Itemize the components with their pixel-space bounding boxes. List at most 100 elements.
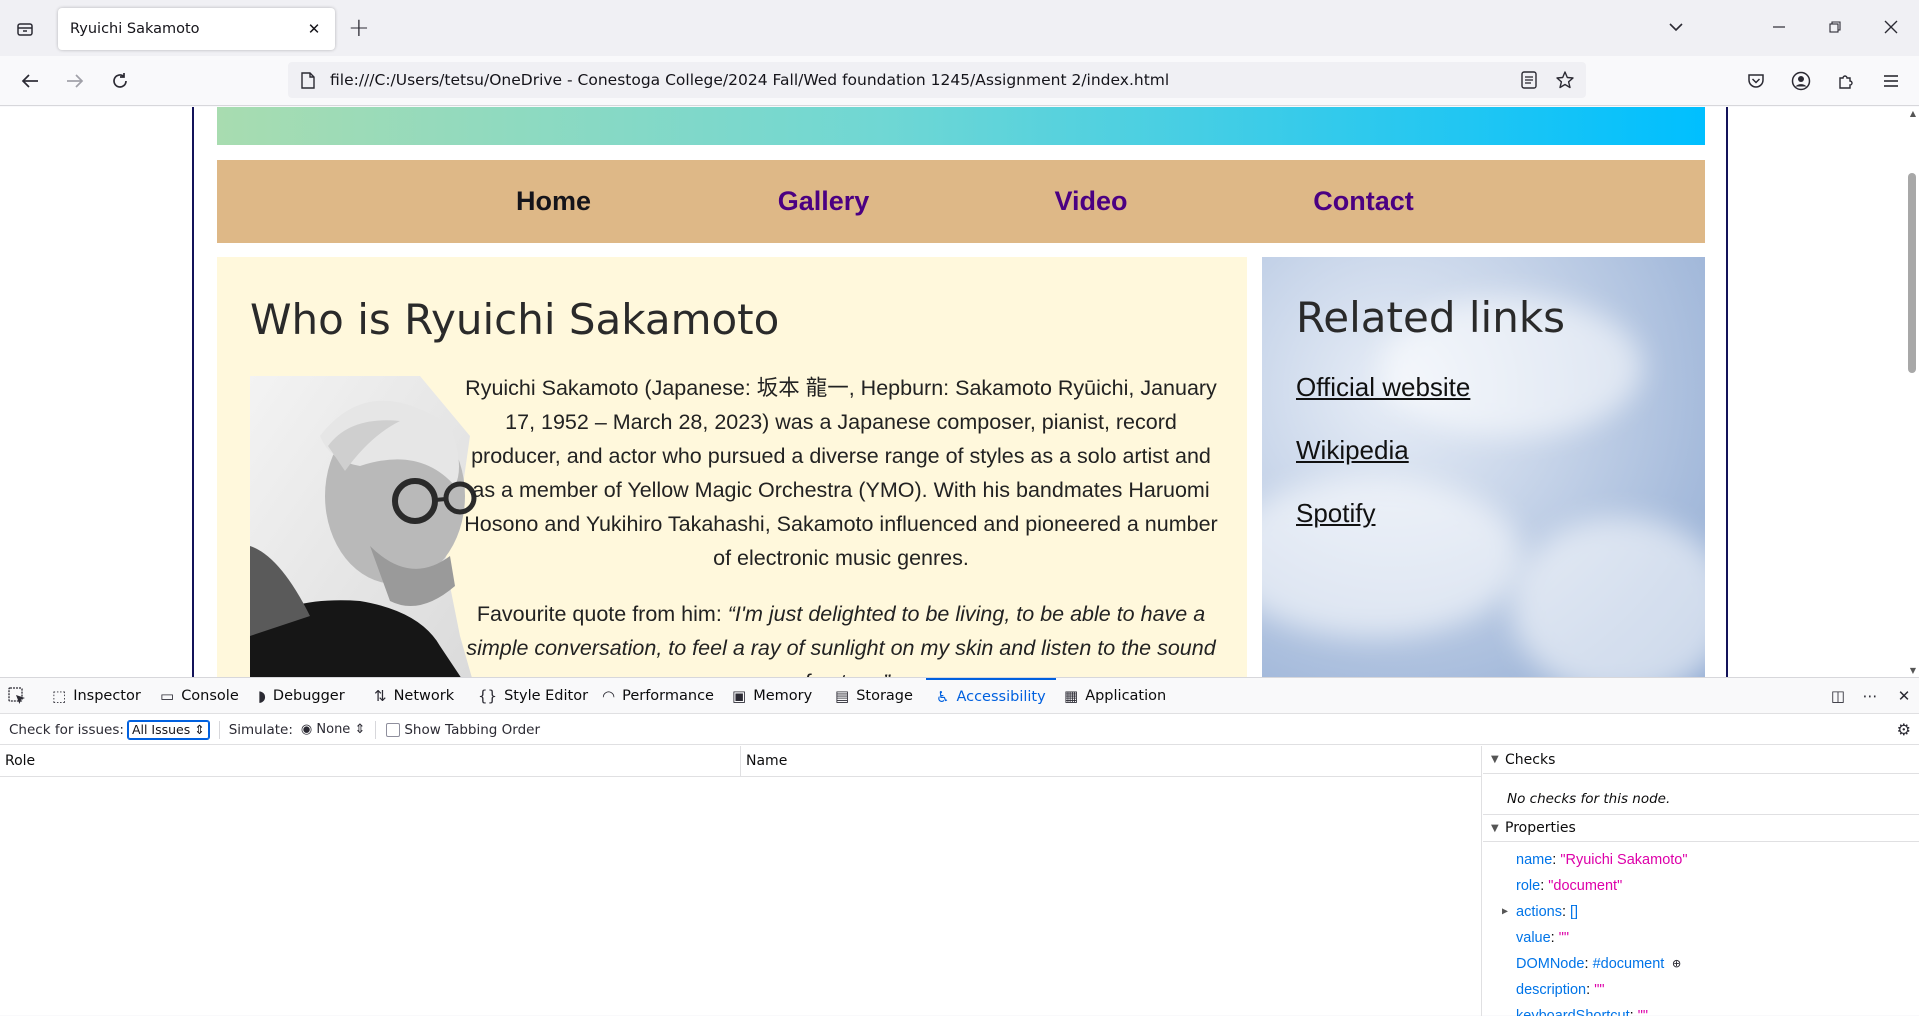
property-row[interactable]: role: "document" xyxy=(1516,878,1622,894)
simulate-select[interactable]: ◉ None ⇕ xyxy=(301,722,365,737)
target-node-icon[interactable]: ⊕ xyxy=(1672,956,1680,972)
site-container: Home Gallery Video Contact Who is Ryuich… xyxy=(192,107,1728,677)
nav-gallery-link[interactable]: Gallery xyxy=(689,186,959,217)
bookmark-star-icon[interactable] xyxy=(1550,65,1580,95)
spotify-link[interactable]: Spotify xyxy=(1296,498,1376,529)
quote-paragraph: Favourite quote from him: “I'm just deli… xyxy=(461,597,1221,677)
wikipedia-link[interactable]: Wikipedia xyxy=(1296,435,1409,466)
expand-triangle-icon[interactable]: ▶ xyxy=(1502,906,1508,917)
accessibility-toolbar: Check for issues: All Issues ⇕ Simulate:… xyxy=(0,715,1919,745)
show-tabbing-order-label[interactable]: Show Tabbing Order xyxy=(404,722,540,738)
page-icon[interactable] xyxy=(298,70,318,90)
expand-triangle-icon: ▼ xyxy=(1491,754,1499,765)
header-banner xyxy=(217,107,1705,145)
nav-contact-link[interactable]: Contact xyxy=(1224,186,1504,217)
property-row[interactable]: value: "" xyxy=(1516,930,1569,946)
tab-performance[interactable]: ◠ Performance xyxy=(602,678,714,714)
toolbar-divider xyxy=(218,720,220,739)
sakamoto-portrait xyxy=(250,376,477,677)
tab-inspector[interactable]: ⬚ Inspector xyxy=(52,678,141,714)
tab-storage[interactable]: ▤ Storage xyxy=(835,678,913,714)
reload-icon[interactable] xyxy=(105,66,135,96)
browser-tab[interactable]: Ryuichi Sakamoto ✕ xyxy=(58,8,335,50)
chevron-down-icon[interactable] xyxy=(1661,12,1691,42)
main-heading: Who is Ryuichi Sakamoto xyxy=(250,295,780,344)
close-tab-icon[interactable]: ✕ xyxy=(303,18,325,40)
property-row[interactable]: DOMNode: #document ⊕ xyxy=(1516,956,1681,972)
no-checks-message: No checks for this node. xyxy=(1507,791,1671,807)
more-options-icon[interactable]: ⋯ xyxy=(1858,684,1882,708)
address-bar[interactable]: file:///C:/Users/tetsu/OneDrive - Conest… xyxy=(288,62,1586,98)
tab-memory[interactable]: ▣ Memory xyxy=(732,678,812,714)
devtools-panel: ⬚ Inspector ▭ Console ◗ Debugger ⇅ Network {… xyxy=(0,677,1919,1016)
restore-icon[interactable] xyxy=(1820,12,1850,42)
application-grid-icon: ▦ xyxy=(1064,687,1079,705)
reader-view-icon[interactable] xyxy=(1514,65,1544,95)
devtools-tabbar: ⬚ Inspector ▭ Console ◗ Debugger ⇅ Network {… xyxy=(0,678,1919,714)
bio-paragraph: Ryuichi Sakamoto (Japanese: 坂本 龍一, Hepbu… xyxy=(464,376,1218,570)
memory-icon: ▣ xyxy=(732,687,747,705)
name-column-header[interactable]: Name xyxy=(746,753,787,769)
checks-section-header[interactable]: ▼ Checks xyxy=(1483,746,1919,774)
property-row[interactable]: ▶ actions: [] xyxy=(1502,904,1578,920)
show-tabbing-order-checkbox[interactable] xyxy=(386,722,401,737)
account-icon[interactable] xyxy=(1786,66,1816,96)
quote-intro: Favourite quote from him: xyxy=(476,602,728,626)
official-website-link[interactable]: Official website xyxy=(1296,372,1470,403)
property-row[interactable]: description: "" xyxy=(1516,982,1604,998)
tab-title: Ryuichi Sakamoto xyxy=(70,21,200,37)
close-devtools-icon[interactable]: ✕ xyxy=(1892,684,1916,708)
check-issues-select[interactable]: All Issues ⇕ xyxy=(126,719,210,740)
inspector-icon: ⬚ xyxy=(52,687,67,705)
tab-network[interactable]: ⇅ Network xyxy=(374,678,454,714)
new-tab-icon[interactable]: + xyxy=(348,14,370,42)
scroll-thumb[interactable] xyxy=(1908,173,1916,373)
minimize-icon[interactable] xyxy=(1764,12,1794,42)
tab-accessibility[interactable]: ♿ Accessibility xyxy=(926,678,1056,714)
main-content: Who is Ryuichi Sakamoto Ryuichi Sakamoto… xyxy=(217,257,1247,677)
extensions-icon[interactable] xyxy=(1831,66,1861,96)
simulate-label: Simulate: xyxy=(228,721,293,738)
role-column-header[interactable]: Role xyxy=(5,753,35,769)
accessibility-icon: ♿ xyxy=(936,688,950,706)
forward-arrow-icon[interactable] xyxy=(60,66,90,96)
toolbar-divider xyxy=(375,720,377,739)
accessibility-sidebar: ▼ Checks No checks for this node. ▼ Prop… xyxy=(1483,746,1919,1016)
tab-debugger[interactable]: ◗ Debugger xyxy=(258,678,345,714)
check-issues-label: Check for issues: xyxy=(9,721,124,738)
performance-icon: ◠ xyxy=(602,687,616,705)
tab-style-editor[interactable]: {} Style Editor xyxy=(478,678,588,714)
related-links-panel: Related links Official website Wikipedia… xyxy=(1262,257,1705,677)
pocket-icon[interactable] xyxy=(1741,66,1771,96)
element-picker-icon[interactable] xyxy=(8,678,26,714)
settings-gear-icon[interactable]: ⚙ xyxy=(1897,720,1911,739)
tab-strip: Ryuichi Sakamoto ✕ + xyxy=(0,0,1919,56)
url-text[interactable]: file:///C:/Users/tetsu/OneDrive - Conest… xyxy=(330,71,1514,89)
dock-side-icon[interactable]: ◫ xyxy=(1826,684,1850,708)
scroll-up-icon[interactable]: ▲ xyxy=(1910,109,1916,118)
storage-icon: ▤ xyxy=(835,687,850,705)
properties-section-header[interactable]: ▼ Properties xyxy=(1483,814,1919,842)
back-arrow-icon[interactable] xyxy=(15,66,45,96)
debugger-icon: ◗ xyxy=(258,687,266,705)
navigation-toolbar: file:///C:/Users/tetsu/OneDrive - Conest… xyxy=(0,56,1919,106)
related-links-heading: Related links xyxy=(1296,293,1566,342)
tree-header: Role Name xyxy=(0,746,1482,777)
scroll-down-icon[interactable]: ▼ xyxy=(1910,666,1916,675)
column-divider[interactable] xyxy=(740,746,741,777)
nav-video-link[interactable]: Video xyxy=(959,186,1224,217)
property-row[interactable]: name: "Ryuichi Sakamoto" xyxy=(1516,852,1688,868)
accessibility-tree[interactable]: Role Name xyxy=(0,746,1482,1016)
eye-icon: ◉ xyxy=(300,722,313,737)
tab-console[interactable]: ▭ Console xyxy=(160,678,239,714)
console-icon: ▭ xyxy=(160,687,175,705)
menu-icon[interactable] xyxy=(1876,66,1906,96)
page-viewport[interactable]: Home Gallery Video Contact Who is Ryuich… xyxy=(0,107,1919,677)
page-scrollbar[interactable]: ▲ ▼ xyxy=(1905,107,1919,677)
nav-home-link[interactable]: Home xyxy=(419,186,689,217)
tab-application[interactable]: ▦ Application xyxy=(1064,678,1166,714)
network-icon: ⇅ xyxy=(374,687,387,705)
site-nav: Home Gallery Video Contact xyxy=(217,160,1705,243)
list-all-tabs-icon[interactable] xyxy=(12,16,38,42)
close-window-icon[interactable] xyxy=(1876,12,1906,42)
